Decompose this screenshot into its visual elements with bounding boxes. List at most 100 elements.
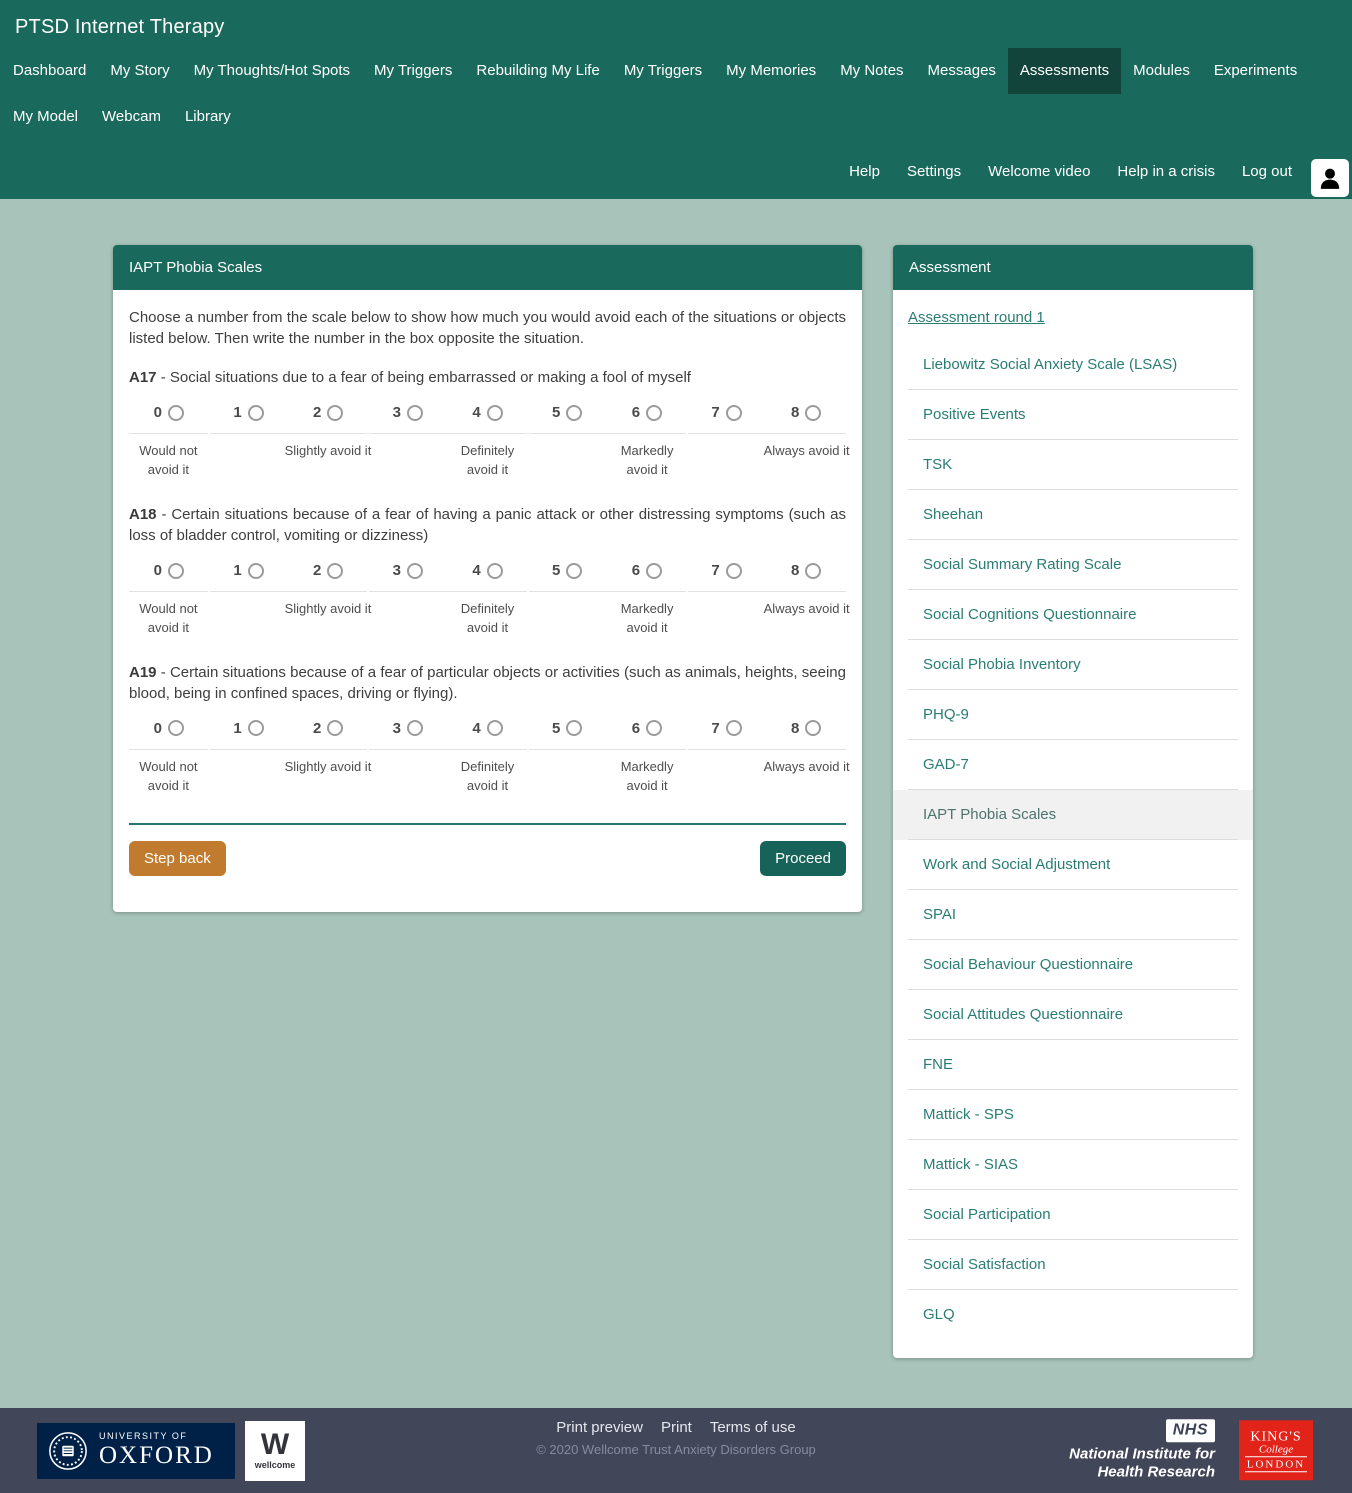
radio-option[interactable]: 8 (766, 404, 846, 421)
sidebar-item[interactable]: Social Satisfaction (893, 1240, 1253, 1290)
user-avatar-button[interactable] (1311, 159, 1349, 197)
footer-link[interactable]: Print (661, 1419, 692, 1436)
radio-option[interactable]: 4 (448, 562, 528, 579)
sidebar-item[interactable]: FNE (893, 1040, 1253, 1090)
radio-option[interactable]: 3 (368, 404, 448, 421)
sidebar-item[interactable]: Social Cognitions Questionnaire (893, 590, 1253, 640)
nav-item[interactable]: Rebuilding My Life (464, 48, 611, 94)
radio-option[interactable]: 4 (448, 404, 528, 421)
radio-option[interactable]: 3 (368, 720, 448, 737)
nav-item[interactable]: My Story (98, 48, 181, 94)
radio-input[interactable] (646, 720, 662, 736)
radio-input[interactable] (407, 720, 423, 736)
sidebar-item[interactable]: Social Behaviour Questionnaire (893, 940, 1253, 990)
sidebar-item[interactable]: Work and Social Adjustment (893, 840, 1253, 890)
step-back-button[interactable]: Step back (129, 841, 226, 876)
radio-option[interactable]: 0 (129, 404, 209, 421)
radio-option[interactable]: 5 (527, 404, 607, 421)
nav-item[interactable]: My Memories (714, 48, 828, 94)
sidebar-item[interactable]: Social Summary Rating Scale (893, 540, 1253, 590)
sidebar-item[interactable]: Social Attitudes Questionnaire (893, 990, 1253, 1040)
radio-option[interactable]: 7 (687, 720, 767, 737)
radio-input[interactable] (726, 720, 742, 736)
sidebar-item[interactable]: Liebowitz Social Anxiety Scale (LSAS) (893, 340, 1253, 390)
radio-input[interactable] (646, 405, 662, 421)
assessment-round-link[interactable]: Assessment round 1 (908, 309, 1045, 326)
radio-option[interactable]: 0 (129, 562, 209, 579)
utility-nav-item[interactable]: Help (849, 163, 880, 180)
radio-option[interactable]: 8 (766, 562, 846, 579)
radio-input[interactable] (487, 405, 503, 421)
sidebar-item[interactable]: Mattick - SIAS (893, 1140, 1253, 1190)
sidebar-item[interactable]: Social Phobia Inventory (893, 640, 1253, 690)
radio-input[interactable] (407, 405, 423, 421)
sidebar-item[interactable]: Social Participation (893, 1190, 1253, 1240)
radio-input[interactable] (168, 563, 184, 579)
radio-input[interactable] (726, 405, 742, 421)
radio-input[interactable] (566, 563, 582, 579)
radio-option[interactable]: 1 (209, 562, 289, 579)
radio-input[interactable] (805, 720, 821, 736)
sidebar-item[interactable]: GLQ (893, 1290, 1253, 1340)
radio-option[interactable]: 7 (687, 404, 767, 421)
radio-input[interactable] (248, 720, 264, 736)
sidebar-item[interactable]: IAPT Phobia Scales (893, 790, 1253, 840)
radio-option[interactable]: 2 (288, 562, 368, 579)
nav-item[interactable]: My Thoughts/Hot Spots (182, 48, 362, 94)
radio-input[interactable] (566, 720, 582, 736)
radio-input[interactable] (248, 563, 264, 579)
radio-input[interactable] (168, 720, 184, 736)
radio-input[interactable] (168, 405, 184, 421)
footer-link[interactable]: Print preview (556, 1419, 643, 1436)
radio-option[interactable]: 1 (209, 404, 289, 421)
nav-item[interactable]: My Triggers (362, 48, 464, 94)
nav-item[interactable]: Modules (1121, 48, 1202, 94)
radio-option[interactable]: 2 (288, 404, 368, 421)
sidebar-item[interactable]: Positive Events (893, 390, 1253, 440)
radio-input[interactable] (805, 563, 821, 579)
radio-input[interactable] (566, 405, 582, 421)
radio-option[interactable]: 5 (527, 562, 607, 579)
radio-input[interactable] (805, 405, 821, 421)
radio-input[interactable] (646, 563, 662, 579)
radio-option[interactable]: 0 (129, 720, 209, 737)
radio-option[interactable]: 2 (288, 720, 368, 737)
utility-nav-item[interactable]: Help in a crisis (1117, 163, 1215, 180)
radio-option[interactable]: 6 (607, 562, 687, 579)
nav-item[interactable]: Assessments (1008, 48, 1121, 94)
nav-item[interactable]: Library (173, 94, 243, 140)
radio-input[interactable] (726, 563, 742, 579)
radio-option[interactable]: 4 (448, 720, 528, 737)
utility-nav-item[interactable]: Settings (907, 163, 961, 180)
footer-link[interactable]: Terms of use (710, 1419, 796, 1436)
sidebar-item[interactable]: SPAI (893, 890, 1253, 940)
radio-option[interactable]: 5 (527, 720, 607, 737)
radio-option[interactable]: 1 (209, 720, 289, 737)
radio-input[interactable] (407, 563, 423, 579)
radio-option[interactable]: 7 (687, 562, 767, 579)
nav-item[interactable]: My Model (1, 94, 90, 140)
utility-nav-item[interactable]: Welcome video (988, 163, 1090, 180)
radio-option[interactable]: 3 (368, 562, 448, 579)
nav-item[interactable]: Webcam (90, 94, 173, 140)
radio-input[interactable] (327, 405, 343, 421)
utility-nav-item[interactable]: Log out (1242, 163, 1292, 180)
sidebar-item[interactable]: TSK (893, 440, 1253, 490)
radio-option[interactable]: 8 (766, 720, 846, 737)
sidebar-item[interactable]: Sheehan (893, 490, 1253, 540)
nav-item[interactable]: Dashboard (1, 48, 98, 94)
nav-item[interactable]: My Notes (828, 48, 915, 94)
nav-item[interactable]: My Triggers (612, 48, 714, 94)
radio-input[interactable] (248, 405, 264, 421)
radio-option[interactable]: 6 (607, 720, 687, 737)
radio-option[interactable]: 6 (607, 404, 687, 421)
radio-input[interactable] (487, 563, 503, 579)
radio-input[interactable] (487, 720, 503, 736)
sidebar-item[interactable]: Mattick - SPS (893, 1090, 1253, 1140)
radio-input[interactable] (327, 563, 343, 579)
sidebar-item[interactable]: GAD-7 (893, 740, 1253, 790)
radio-input[interactable] (327, 720, 343, 736)
sidebar-item[interactable]: PHQ-9 (893, 690, 1253, 740)
nav-item[interactable]: Messages (916, 48, 1008, 94)
nav-item[interactable]: Experiments (1202, 48, 1309, 94)
